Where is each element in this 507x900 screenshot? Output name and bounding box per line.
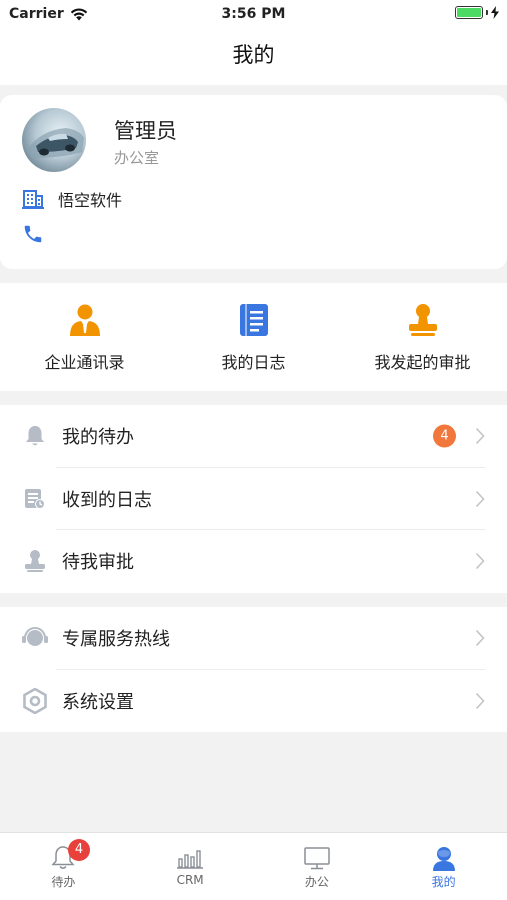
received-log-icon [22,486,48,512]
menu-item-label: 收到的日志 [62,489,152,511]
stamp-icon [22,548,48,574]
menu-item-my-todos[interactable]: 我的待办 4 [0,405,507,468]
avatar[interactable] [22,108,86,172]
company-row: 悟空软件 [22,187,122,211]
profile-card[interactable]: 管理员 办公室 悟空软件 [0,95,507,269]
menu-item-received-logs[interactable]: 收到的日志 [0,468,507,530]
quick-action-journal[interactable]: 我的日志 [169,283,338,391]
tab-office[interactable]: 办公 [254,833,381,900]
user-name: 管理员 [114,119,177,143]
bar-chart-icon [177,850,204,869]
quick-action-label: 企业通讯录 [44,353,125,372]
tab-label: 待办 [51,875,76,889]
chevron-right-icon [475,553,485,570]
tab-label: CRM [176,873,204,887]
battery-indicator [455,6,499,19]
menu-item-pending-approvals[interactable]: 待我审批 [0,530,507,593]
todo-count-badge: 4 [433,424,456,448]
user-icon [432,847,455,871]
contacts-icon [69,304,100,336]
charging-bolt-icon [491,6,499,19]
navigation-bar: 我的 [0,30,507,85]
tab-label: 我的 [431,875,456,889]
phone-row[interactable] [22,223,44,249]
settings-hexagon-icon [22,687,48,714]
chevron-right-icon [475,428,485,445]
quick-action-contacts[interactable]: 企业通讯录 [0,283,169,391]
tab-todo[interactable]: 4 待办 [0,833,127,900]
tab-crm[interactable]: CRM [127,833,254,900]
quick-action-label: 我的日志 [221,353,286,372]
quick-actions: 企业通讯录 我的日志 我发起的审批 [0,283,507,391]
menu-item-label: 专属服务热线 [62,629,170,651]
menu-item-label: 系统设置 [62,691,134,713]
quick-action-my-approvals[interactable]: 我发起的审批 [338,283,507,391]
menu-item-system-settings[interactable]: 系统设置 [0,670,507,733]
tab-label: 办公 [304,875,329,889]
approval-stamp-icon [408,304,437,336]
company-name: 悟空软件 [58,191,123,210]
menu-group-tasks: 我的待办 4 收到的日志 待我审批 [0,405,507,593]
tab-todo-badge: 4 [68,839,90,861]
journal-icon [239,304,268,336]
page-title: 我的 [232,43,275,67]
status-bar: Carrier 3:56 PM [0,0,507,30]
tab-me[interactable]: 我的 [380,833,507,900]
phone-icon[interactable] [22,223,44,245]
bell-icon [22,423,48,449]
tab-bar: 4 待办 CRM 办公 我的 [0,832,507,900]
clock-time: 3:56 PM [221,6,286,22]
menu-item-service-hotline[interactable]: 专属服务热线 [0,607,507,670]
menu-group-settings: 专属服务热线 系统设置 [0,607,507,732]
user-department: 办公室 [114,149,160,167]
chevron-right-icon [475,490,485,507]
chevron-right-icon [475,692,485,709]
chevron-right-icon [475,630,485,647]
monitor-icon [304,847,330,870]
avatar-car-image [28,128,84,158]
menu-item-label: 待我审批 [62,552,134,574]
building-icon [22,190,44,209]
menu-item-label: 我的待办 [62,427,134,449]
headset-icon [22,625,48,651]
quick-action-label: 我发起的审批 [374,353,471,372]
battery-icon [455,6,483,19]
